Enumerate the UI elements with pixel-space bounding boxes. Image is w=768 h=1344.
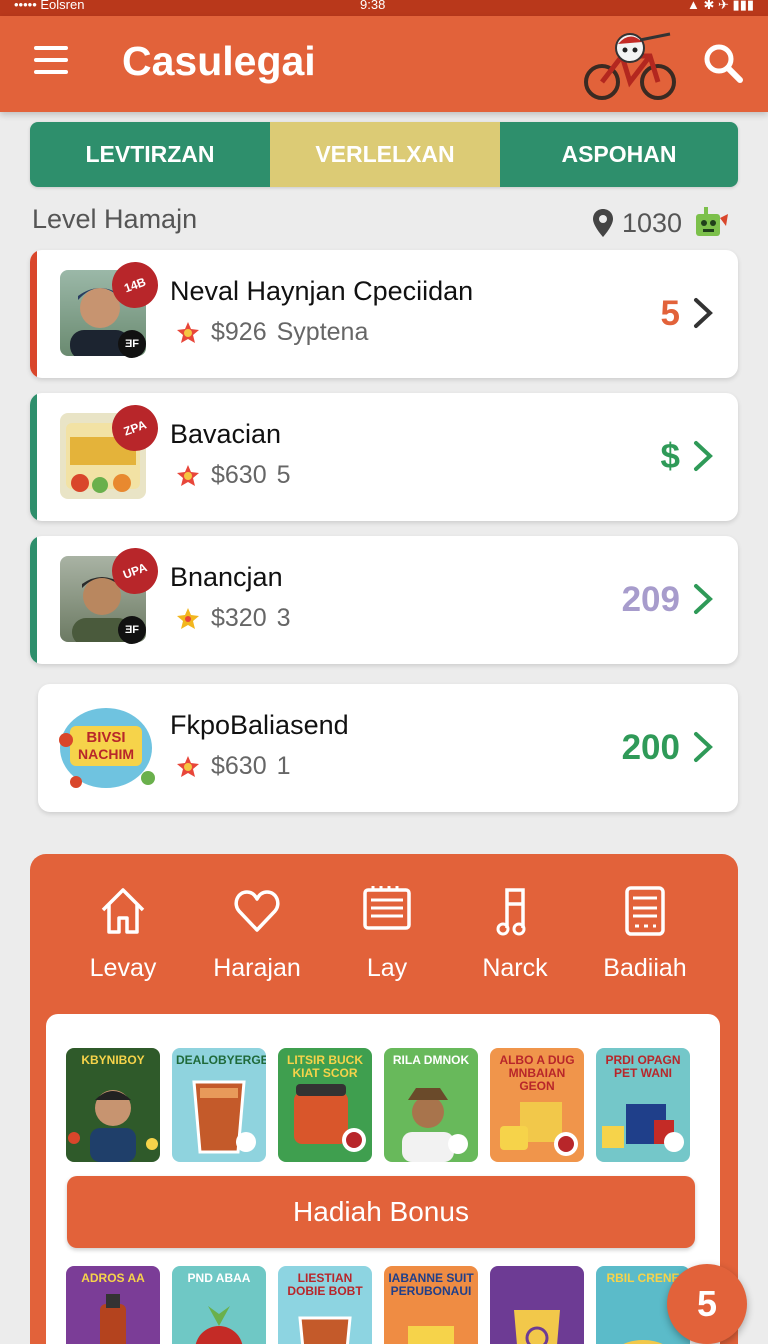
- item-subtitle: $630 1: [175, 752, 291, 781]
- location-pin-icon: [593, 209, 613, 237]
- nav-item-lay[interactable]: Lay: [322, 884, 452, 983]
- card-accent-stripe: [30, 536, 37, 664]
- product-tile[interactable]: ADROS AA: [66, 1266, 160, 1344]
- item-title: Bavacian: [170, 419, 282, 449]
- location-value: 1030: [622, 207, 683, 238]
- item-value: 200: [621, 728, 680, 767]
- star-icon: [177, 607, 199, 629]
- flower-icon: [177, 755, 199, 777]
- item-meta: 3: [276, 604, 291, 632]
- item-title: Bnancjan: [170, 562, 283, 592]
- notebook-icon: [363, 886, 411, 930]
- category-tabs: LEVTIRZAN VERLELXAN ASPOHAN: [30, 122, 738, 187]
- nav-item-badiiah[interactable]: Badiiah: [580, 884, 710, 983]
- nav-label: Narck: [482, 954, 548, 982]
- music-note-icon: [496, 888, 526, 936]
- product-thumbnail: BIVSI NACHIM: [52, 696, 160, 800]
- brand-logo-icon: ƎF: [118, 616, 146, 644]
- product-tile[interactable]: KBYNIBOY: [66, 1048, 160, 1162]
- item-subtitle: $926 Syptena: [175, 318, 368, 347]
- status-icons: ▲ ✱ ✈ ▮▮▮: [687, 0, 754, 12]
- flower-icon: [177, 464, 199, 486]
- list-item[interactable]: UPA ƎF Bnancjan $320 3 209: [30, 536, 738, 664]
- rewards-container: KBYNIBOY DEALOBYERGE LITSIR BUCK KIAT SC…: [46, 1014, 720, 1344]
- bottom-panel: Levay Harajan Lay Narck Badiiah KBYNIBOY…: [30, 854, 738, 1344]
- calculator-icon: [625, 886, 665, 936]
- menu-icon[interactable]: [34, 46, 76, 80]
- bonus-button[interactable]: Hadiah Bonus: [67, 1176, 695, 1248]
- item-title: Neval Haynjan Cpeciidan: [170, 276, 474, 306]
- floating-count-button[interactable]: 5: [667, 1264, 747, 1344]
- card-accent-stripe: [30, 393, 37, 521]
- item-value: 5: [660, 294, 680, 333]
- robot-mascot-icon: [696, 207, 729, 236]
- svg-text:BIVSI: BIVSI: [86, 729, 125, 746]
- nav-item-harajan[interactable]: Harajan: [192, 884, 322, 983]
- list-item[interactable]: ZPA Bavacian $630 5 $: [30, 393, 738, 521]
- tab-levtirzan[interactable]: LEVTIRZAN: [30, 122, 270, 187]
- item-subtitle: $320 3: [175, 604, 291, 633]
- product-tile[interactable]: LITSIR BUCK KIAT SCOR: [278, 1048, 372, 1162]
- list-item[interactable]: 14B ƎF Neval Haynjan Cpeciidan $926 Sypt…: [30, 250, 738, 378]
- card-accent-stripe: [30, 250, 37, 378]
- product-tile[interactable]: RILA DMNOK: [384, 1048, 478, 1162]
- item-subtitle: $630 5: [175, 461, 291, 490]
- product-tile[interactable]: ALBO A DUG MNBAIAN GEON: [490, 1048, 584, 1162]
- product-tile[interactable]: PRDI OPAGN PET WANI: [596, 1048, 690, 1162]
- item-title: FkpoBaliasend: [170, 710, 349, 740]
- brand-logo-icon: ƎF: [118, 330, 146, 358]
- product-tile[interactable]: PND ABAA: [172, 1266, 266, 1344]
- list-item[interactable]: BIVSI NACHIM FkpoBaliasend $630 1 200: [38, 684, 738, 812]
- home-icon: [101, 888, 145, 934]
- item-price: $630: [211, 461, 267, 489]
- clock-text: 9:38: [360, 0, 386, 12]
- item-price: $630: [211, 752, 267, 780]
- product-tile[interactable]: [490, 1266, 584, 1344]
- item-price: $320: [211, 604, 267, 632]
- svg-text:NACHIM: NACHIM: [78, 746, 134, 762]
- search-icon[interactable]: [700, 40, 746, 86]
- location-indicator[interactable]: 1030: [592, 204, 730, 242]
- item-meta: 1: [276, 752, 291, 780]
- item-value: $: [660, 437, 680, 476]
- app-title: Casulegai: [122, 38, 316, 84]
- item-meta: 5: [276, 461, 291, 489]
- app-bar: Casulegai: [0, 16, 768, 112]
- tab-verlelxan[interactable]: VERLELXAN: [270, 122, 500, 187]
- section-title: Level Hamajn: [32, 204, 198, 234]
- nav-item-narck[interactable]: Narck: [450, 884, 580, 983]
- nav-label: Harajan: [213, 954, 301, 982]
- product-tile[interactable]: DEALOBYERGE: [172, 1048, 266, 1162]
- item-price: $926: [211, 318, 267, 346]
- flower-icon: [177, 321, 199, 343]
- product-tile[interactable]: LIESTIAN DOBIE BOBT: [278, 1266, 372, 1344]
- chevron-right-icon[interactable]: [692, 582, 714, 616]
- heart-icon: [234, 890, 280, 932]
- status-bar: ••••• Eolsren 9:38 ▲ ✱ ✈ ▮▮▮: [0, 0, 768, 16]
- bicycle-mascot-icon: [584, 32, 676, 100]
- product-tile[interactable]: IABANNE SUIT PERUBONAUI: [384, 1266, 478, 1344]
- chevron-right-icon[interactable]: [692, 730, 714, 764]
- nav-label: Levay: [89, 954, 157, 982]
- nav-label: Badiiah: [603, 954, 687, 982]
- carrier-text: ••••• Eolsren: [14, 0, 85, 12]
- chevron-right-icon[interactable]: [692, 296, 714, 330]
- nav-label: Lay: [366, 954, 408, 982]
- item-value: 209: [621, 580, 680, 619]
- tab-aspohan[interactable]: ASPOHAN: [500, 122, 738, 187]
- nav-item-levay[interactable]: Levay: [58, 884, 188, 983]
- chevron-right-icon[interactable]: [692, 439, 714, 473]
- item-meta: Syptena: [276, 318, 369, 346]
